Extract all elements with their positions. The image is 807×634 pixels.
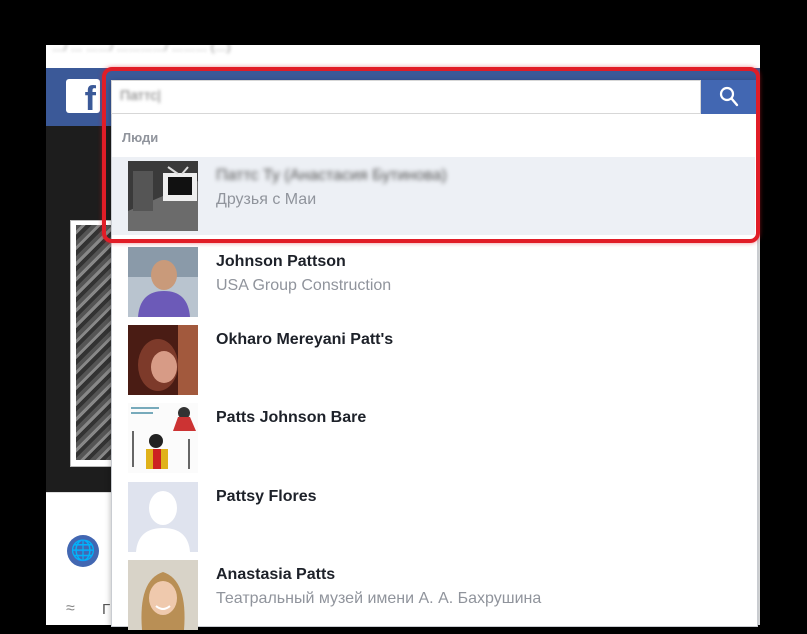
address-text: …/ … ……/ …………/ ……… (…) [52, 45, 231, 54]
result-subtitle: USA Group Construction [216, 277, 392, 294]
avatar [128, 482, 198, 552]
search-result-row[interactable]: Johnson Pattson USA Group Construction [112, 243, 755, 321]
avatar [128, 560, 198, 630]
facebook-logo[interactable]: f [66, 79, 100, 113]
address-bar[interactable]: …/ … ……/ …………/ ……… (…) [46, 45, 760, 69]
search-result-row[interactable]: Pattsy Flores [112, 478, 755, 556]
search-result-row[interactable]: Okharo Mereyani Patt's [112, 321, 755, 399]
rss-icon: ≈ [66, 600, 75, 617]
red-highlight-box [102, 67, 760, 243]
result-name: Okharo Mereyani Patt's [216, 331, 394, 348]
intro-text: Г [102, 601, 111, 618]
avatar [128, 325, 198, 395]
result-name: Pattsy Flores [216, 488, 317, 505]
avatar [128, 247, 198, 317]
result-name: Anastasia Patts [216, 566, 336, 583]
result-name: Patts Johnson Bare [216, 409, 367, 426]
result-name: Johnson Pattson [216, 253, 346, 270]
avatar [128, 403, 198, 473]
globe-icon: 🌐 [67, 535, 99, 567]
search-result-row[interactable]: Anastasia Patts Театральный музей имени … [112, 556, 755, 634]
profile-photo[interactable] [76, 225, 116, 460]
search-result-row[interactable]: Patts Johnson Bare [112, 399, 755, 477]
result-subtitle: Театральный музей имени А. А. Бахрушина [216, 590, 542, 607]
